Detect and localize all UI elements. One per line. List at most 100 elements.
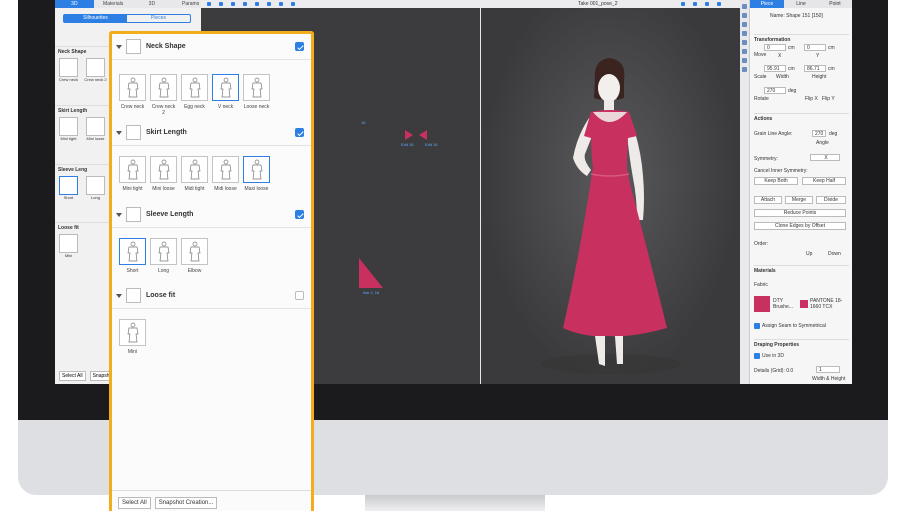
keep-half-button[interactable]: Keep Half [802, 177, 846, 185]
layers-icon[interactable] [742, 40, 747, 45]
collapse-arrow-icon[interactable] [116, 130, 122, 135]
rotate-field[interactable]: 270 [764, 87, 786, 94]
silhouette-option[interactable]: Mini loose [150, 156, 177, 192]
select-tool-icon[interactable] [207, 2, 211, 6]
section-header[interactable]: Loose fit [112, 283, 311, 309]
flip-y-button[interactable]: Flip Y [822, 96, 849, 102]
polygon-tool-icon[interactable] [231, 2, 235, 6]
scale-height-field[interactable]: 86.71 [804, 65, 826, 72]
silhouette-option[interactable]: Maxi loose [243, 156, 270, 192]
details-grid-field[interactable]: 1 [816, 366, 840, 373]
measure-icon[interactable] [742, 49, 747, 54]
snapshot-creation-button[interactable]: Snapshot Creation... [154, 496, 218, 509]
section-checkbox[interactable] [295, 291, 304, 300]
transform-tool-icon[interactable] [219, 2, 223, 6]
section-header[interactable]: Neck Shape [112, 34, 311, 60]
silhouette-option[interactable]: Midi tight [181, 156, 208, 192]
take-label[interactable]: Take 001_pose_2 [578, 1, 617, 7]
silhouette-thumbnail-icon[interactable] [212, 74, 239, 101]
silhouette-option[interactable]: V neck [212, 74, 239, 116]
scale-width-field[interactable]: 95.91 [764, 65, 786, 72]
section-draping[interactable]: Draping Properties [754, 339, 849, 348]
divide-button[interactable]: Divide [816, 196, 846, 204]
segment-pieces[interactable]: Pieces [127, 15, 190, 22]
keep-both-button[interactable]: Keep Both [754, 177, 798, 185]
clone-edges-button[interactable]: Clone Edges by Offset [754, 222, 846, 230]
move-y-field[interactable]: 0 [804, 44, 826, 51]
silhouette-thumbnail-icon[interactable] [119, 319, 146, 346]
silhouette-thumbnail-icon[interactable] [150, 74, 177, 101]
silhouette-option[interactable]: Egg neck [181, 74, 208, 116]
sewing-tool-icon[interactable] [279, 2, 283, 6]
library-select-all-button[interactable]: Select All [59, 371, 86, 381]
avatar-tool-icon[interactable] [681, 2, 685, 6]
select-all-button[interactable]: Select All [118, 496, 151, 509]
library-thumb[interactable] [86, 176, 105, 195]
silhouette-thumbnail-icon[interactable] [181, 74, 208, 101]
pattern-piece-marker[interactable] [405, 130, 413, 140]
segment-silhouettes[interactable]: Silhouettes [64, 15, 127, 22]
symmetry-select[interactable]: X [810, 154, 840, 161]
pen-tool-icon[interactable] [267, 2, 271, 6]
attach-button[interactable]: Attach [754, 196, 782, 204]
zoom-out-icon[interactable] [742, 13, 747, 18]
section-checkbox[interactable] [295, 42, 304, 51]
lock-icon[interactable] [742, 67, 747, 72]
library-thumb[interactable] [59, 234, 78, 253]
circle-tool-icon[interactable] [255, 2, 259, 6]
library-thumb[interactable] [86, 58, 105, 77]
pin-icon[interactable] [742, 58, 747, 63]
library-thumb[interactable] [59, 58, 78, 77]
pantone-swatch[interactable] [800, 300, 808, 308]
silhouette-option[interactable]: Mini tight [119, 156, 146, 192]
fabric-name[interactable]: DTY Brushe... [773, 298, 797, 310]
silhouette-thumbnail-icon[interactable] [119, 156, 146, 183]
fabric-swatch[interactable] [754, 296, 770, 312]
collapse-arrow-icon[interactable] [116, 212, 122, 217]
camera-icon[interactable] [705, 2, 709, 6]
section-checkbox[interactable] [295, 210, 304, 219]
move-x-field[interactable]: 0 [764, 44, 786, 51]
order-down-button[interactable]: Down [828, 251, 849, 257]
silhouette-option[interactable]: Long [150, 238, 177, 274]
silhouette-thumbnail-icon[interactable] [181, 156, 208, 183]
silhouette-option[interactable]: Short [119, 238, 146, 274]
reduce-points-button[interactable]: Reduce Points [754, 209, 846, 217]
section-actions[interactable]: Actions [754, 113, 849, 122]
use-in-3d-checkbox[interactable] [754, 353, 760, 359]
tab-3d[interactable]: 3D [55, 0, 94, 8]
silhouette-thumbnail-icon[interactable] [181, 238, 208, 265]
tab-3d-2[interactable]: 3D [133, 0, 172, 8]
section-header[interactable]: Skirt Length [112, 120, 311, 146]
pattern-piece[interactable] [359, 258, 383, 288]
tab-line[interactable]: Line [784, 0, 818, 8]
silhouette-thumbnail-icon[interactable] [212, 156, 239, 183]
assign-seam-checkbox[interactable] [754, 323, 760, 329]
silhouette-thumbnail-icon[interactable] [119, 74, 146, 101]
tab-piece[interactable]: Piece [750, 0, 784, 8]
silhouette-thumbnail-icon[interactable] [243, 156, 270, 183]
fit-view-icon[interactable] [742, 22, 747, 27]
section-materials[interactable]: Materials [754, 265, 849, 274]
section-checkbox[interactable] [295, 128, 304, 137]
silhouette-option[interactable]: Elbow [181, 238, 208, 274]
silhouette-thumbnail-icon[interactable] [119, 238, 146, 265]
avatar-3d[interactable] [481, 8, 740, 384]
library-thumb[interactable] [86, 117, 105, 136]
silhouette-option[interactable]: Crew neck [119, 74, 146, 116]
grain-angle-field[interactable]: 270 [812, 130, 826, 137]
tab-materials[interactable]: Materials [94, 0, 133, 8]
viewport-3d[interactable] [481, 8, 740, 384]
tab-point[interactable]: Point [818, 0, 852, 8]
rectangle-tool-icon[interactable] [243, 2, 247, 6]
zoom-in-icon[interactable] [742, 4, 747, 9]
library-thumb[interactable] [59, 176, 78, 195]
section-header[interactable]: Sleeve Length [112, 202, 311, 228]
silhouette-option[interactable]: Mini [119, 319, 146, 355]
simulate-icon[interactable] [693, 2, 697, 6]
silhouette-option[interactable]: Crew neck 2 [150, 74, 177, 116]
pattern-piece-marker[interactable] [419, 130, 427, 140]
silhouette-option[interactable]: Midi loose [212, 156, 239, 192]
merge-button[interactable]: Merge [785, 196, 813, 204]
section-transformation[interactable]: Transformation [754, 34, 849, 43]
